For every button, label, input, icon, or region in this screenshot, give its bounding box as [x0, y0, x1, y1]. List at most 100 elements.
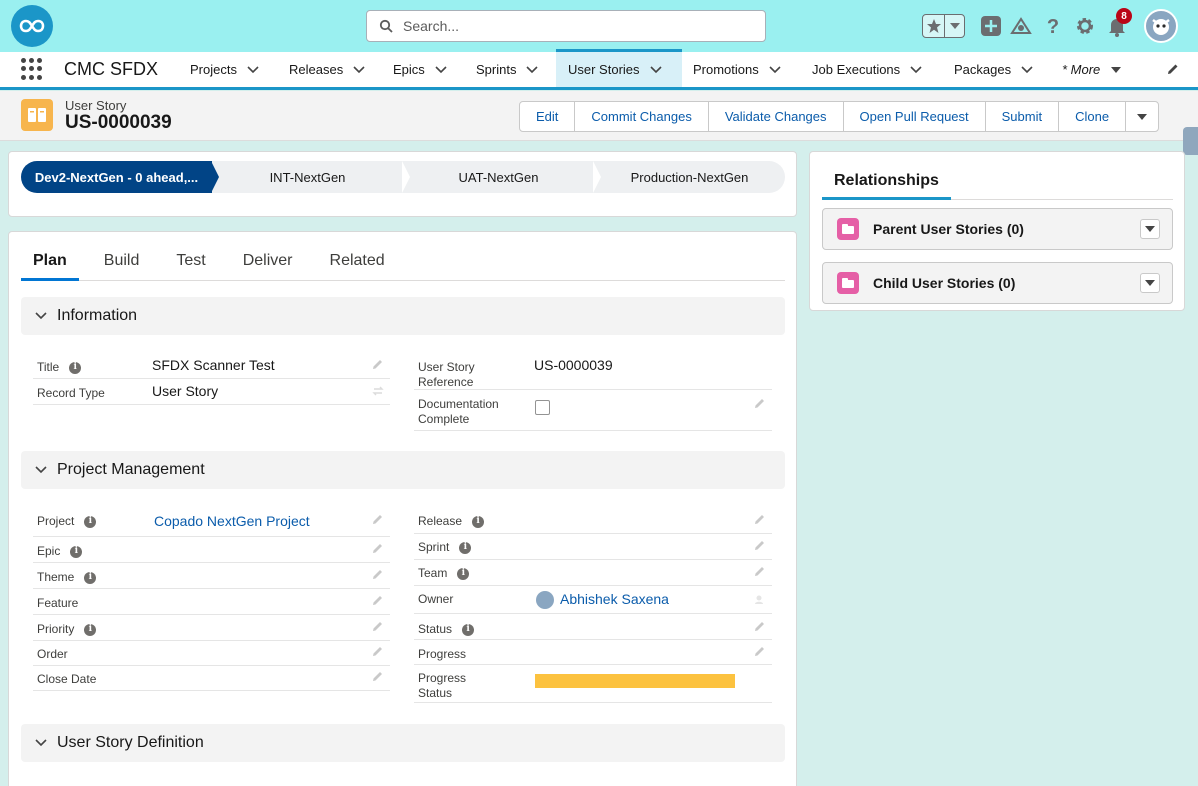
- path-step-uat[interactable]: UAT-NextGen: [403, 161, 601, 193]
- help-icon[interactable]: ?: [1041, 14, 1065, 38]
- edit-pencil-icon[interactable]: [372, 358, 384, 370]
- section-user-story-definition-header[interactable]: User Story Definition: [21, 724, 785, 762]
- field-label: Epic i: [37, 544, 83, 559]
- chevron-down-icon[interactable]: [649, 65, 662, 74]
- edit-button[interactable]: Edit: [520, 102, 576, 131]
- edit-pencil-icon[interactable]: [372, 670, 384, 682]
- edit-pencil-icon[interactable]: [372, 542, 384, 554]
- search-placeholder: Search...: [403, 18, 460, 34]
- nav-item-promotions[interactable]: Promotions: [681, 52, 793, 87]
- child-stories-dropdown-button[interactable]: [1140, 273, 1160, 293]
- commit-changes-button[interactable]: Commit Changes: [575, 102, 709, 131]
- tab-deliver[interactable]: Deliver: [231, 246, 305, 281]
- path-step-int[interactable]: INT-NextGen: [212, 161, 410, 193]
- field-label: Sprint i: [418, 540, 472, 555]
- parent-user-stories-item[interactable]: Parent User Stories (0): [822, 208, 1173, 250]
- nav-item-releases[interactable]: Releases: [277, 52, 377, 87]
- nav-item-packages[interactable]: Packages: [942, 52, 1045, 87]
- path-step-production[interactable]: Production-NextGen: [594, 161, 785, 193]
- field-user-story-reference: User Story Reference US-0000039: [414, 354, 772, 390]
- edit-pencil-icon[interactable]: [372, 594, 384, 606]
- edit-pencil-icon[interactable]: [754, 539, 766, 551]
- submit-button[interactable]: Submit: [986, 102, 1060, 131]
- title-value: SFDX Scanner Test: [152, 357, 275, 373]
- nav-item-user-stories[interactable]: User Stories: [556, 49, 682, 87]
- star-icon[interactable]: [923, 15, 945, 37]
- chevron-down-icon[interactable]: [526, 65, 539, 74]
- more-actions-button[interactable]: [1126, 102, 1158, 131]
- section-information-header[interactable]: Information: [21, 297, 785, 335]
- chevron-down-icon[interactable]: [247, 65, 259, 74]
- chevron-down-icon[interactable]: [910, 65, 922, 74]
- edit-pencil-icon[interactable]: [754, 397, 766, 409]
- info-icon[interactable]: i: [69, 361, 82, 374]
- documentation-complete-checkbox[interactable]: [535, 400, 550, 415]
- tab-test[interactable]: Test: [164, 246, 217, 281]
- project-link[interactable]: Copado NextGen Project: [154, 513, 310, 529]
- user-avatar[interactable]: [1144, 9, 1178, 43]
- field-documentation-complete: Documentation Complete: [414, 391, 772, 431]
- info-icon[interactable]: i: [84, 515, 97, 528]
- relationships-tab[interactable]: Relationships: [822, 163, 1173, 200]
- path-step-dev2[interactable]: Dev2-NextGen - 0 ahead,...: [21, 161, 219, 193]
- validate-changes-button[interactable]: Validate Changes: [709, 102, 844, 131]
- chevron-down-icon[interactable]: [435, 65, 447, 74]
- edit-pencil-icon[interactable]: [372, 620, 384, 632]
- child-user-stories-item[interactable]: Child User Stories (0): [822, 262, 1173, 304]
- change-record-type-icon[interactable]: [372, 385, 384, 397]
- field-label: Team i: [418, 566, 470, 581]
- search-icon: [379, 19, 393, 33]
- global-actions-icon[interactable]: [979, 14, 1003, 38]
- clone-button[interactable]: Clone: [1059, 102, 1127, 131]
- edit-pencil-icon[interactable]: [372, 513, 384, 525]
- edit-nav-pencil-icon[interactable]: [1166, 62, 1180, 79]
- info-icon[interactable]: i: [472, 515, 485, 528]
- setup-gear-icon[interactable]: [1073, 14, 1097, 38]
- path-step-label: Production-NextGen: [630, 169, 749, 185]
- tab-related[interactable]: Related: [318, 246, 397, 281]
- tab-build[interactable]: Build: [92, 246, 152, 281]
- nav-item-projects[interactable]: Projects: [178, 52, 271, 87]
- edit-pencil-icon[interactable]: [754, 513, 766, 525]
- chevron-down-icon[interactable]: [769, 65, 781, 74]
- change-owner-icon[interactable]: [754, 593, 766, 605]
- path-separator: [593, 161, 601, 193]
- section-project-management-header[interactable]: Project Management: [21, 451, 785, 489]
- nav-more-menu[interactable]: * More: [1050, 52, 1134, 87]
- info-icon[interactable]: i: [84, 623, 97, 636]
- app-logo-icon[interactable]: [11, 5, 53, 47]
- edit-pencil-icon[interactable]: [754, 645, 766, 657]
- open-pull-request-button[interactable]: Open Pull Request: [844, 102, 986, 131]
- info-icon[interactable]: i: [459, 541, 472, 554]
- trailhead-icon[interactable]: [1009, 14, 1033, 38]
- owner-link[interactable]: Abhishek Saxena: [560, 591, 669, 607]
- edit-pencil-icon[interactable]: [754, 565, 766, 577]
- utility-panel-toggle[interactable]: [1183, 127, 1198, 155]
- chevron-down-icon[interactable]: [353, 65, 365, 74]
- nav-item-epics[interactable]: Epics: [381, 52, 459, 87]
- record-type-value: User Story: [152, 383, 219, 399]
- user-story-icon: [837, 218, 859, 240]
- favorites-dropdown-icon[interactable]: [945, 15, 964, 37]
- edit-pencil-icon[interactable]: [754, 620, 766, 632]
- nav-item-job-executions[interactable]: Job Executions: [800, 52, 934, 87]
- app-launcher-icon[interactable]: [21, 58, 43, 80]
- info-icon[interactable]: i: [70, 545, 83, 558]
- info-icon[interactable]: i: [84, 571, 97, 584]
- favorites-button[interactable]: [922, 14, 965, 38]
- global-search-input[interactable]: Search...: [366, 10, 766, 42]
- parent-stories-dropdown-button[interactable]: [1140, 219, 1160, 239]
- tab-plan[interactable]: Plan: [21, 246, 79, 281]
- field-status: Status i: [414, 615, 772, 640]
- field-order: Order: [33, 642, 390, 666]
- info-icon[interactable]: i: [462, 623, 475, 636]
- edit-pencil-icon[interactable]: [372, 645, 384, 657]
- edit-pencil-icon[interactable]: [372, 568, 384, 580]
- field-record-type: Record Type User Story: [33, 380, 390, 405]
- nav-label: Projects: [190, 62, 237, 77]
- caret-down-icon[interactable]: [1110, 66, 1122, 74]
- nav-item-sprints[interactable]: Sprints: [464, 52, 550, 87]
- info-icon[interactable]: i: [457, 567, 470, 580]
- caret-down-icon: [1145, 226, 1155, 232]
- chevron-down-icon[interactable]: [1021, 65, 1033, 74]
